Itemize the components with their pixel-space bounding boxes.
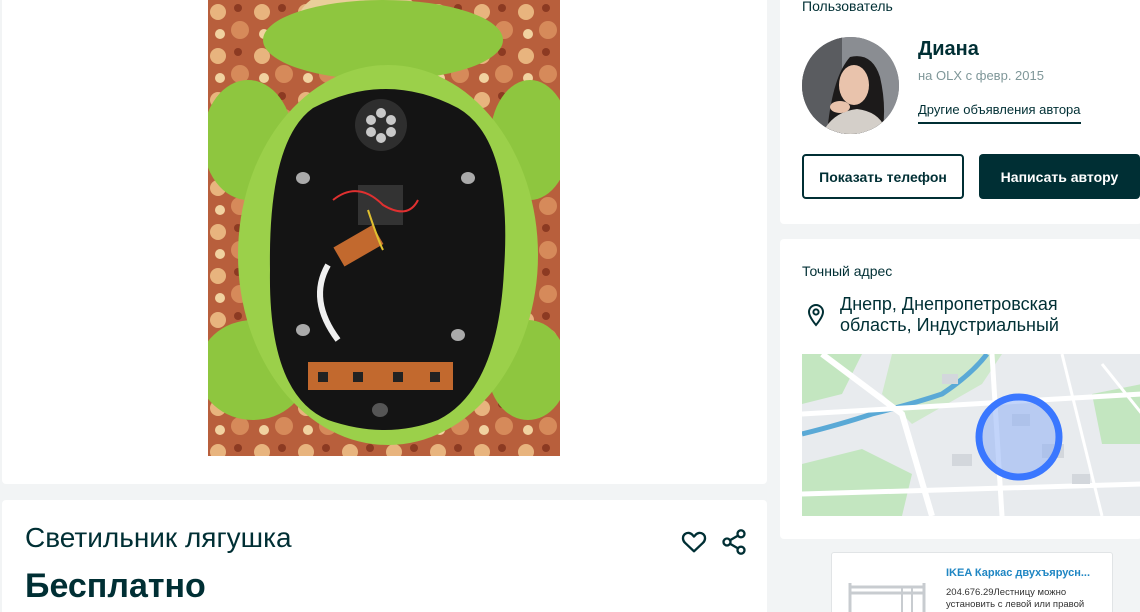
seller-name: Диана	[918, 38, 979, 60]
message-seller-button[interactable]: Написать автору	[979, 154, 1140, 199]
seller-card: Пользователь Диана на OLX с февр. 2015 Д…	[780, 0, 1140, 224]
listing-summary: Светильник лягушка Бесплатно	[2, 500, 767, 612]
photo-gallery	[2, 0, 767, 484]
promo-ad[interactable]: IKEA Каркас двухъярусн... 204.676.29Лест…	[832, 553, 1112, 612]
location-map[interactable]	[802, 354, 1140, 516]
address-card: Точный адрес Днепр, Днепропетровская обл…	[780, 239, 1140, 539]
promo-description: 204.676.29Лестницу можно установить с ле…	[946, 587, 1085, 610]
listing-photo[interactable]	[208, 0, 560, 456]
address-text: Днепр, Днепропетровская область, Индустр…	[840, 294, 1059, 335]
promo-title[interactable]: IKEA Каркас двухъярусн...	[946, 567, 1104, 579]
map-pin-icon	[806, 303, 826, 327]
promo-image	[842, 571, 932, 612]
listing-price: Бесплатно	[25, 567, 206, 605]
other-ads-link[interactable]: Другие объявления автора	[918, 102, 1081, 124]
share-icon[interactable]	[720, 528, 748, 556]
seller-heading: Пользователь	[802, 0, 893, 14]
listing-title: Светильник лягушка	[25, 522, 292, 553]
seller-since: на OLX с февр. 2015	[918, 68, 1044, 83]
show-phone-button[interactable]: Показать телефон	[802, 154, 964, 199]
avatar[interactable]	[802, 37, 899, 134]
address-heading: Точный адрес	[802, 263, 893, 279]
heart-icon[interactable]	[680, 528, 708, 556]
